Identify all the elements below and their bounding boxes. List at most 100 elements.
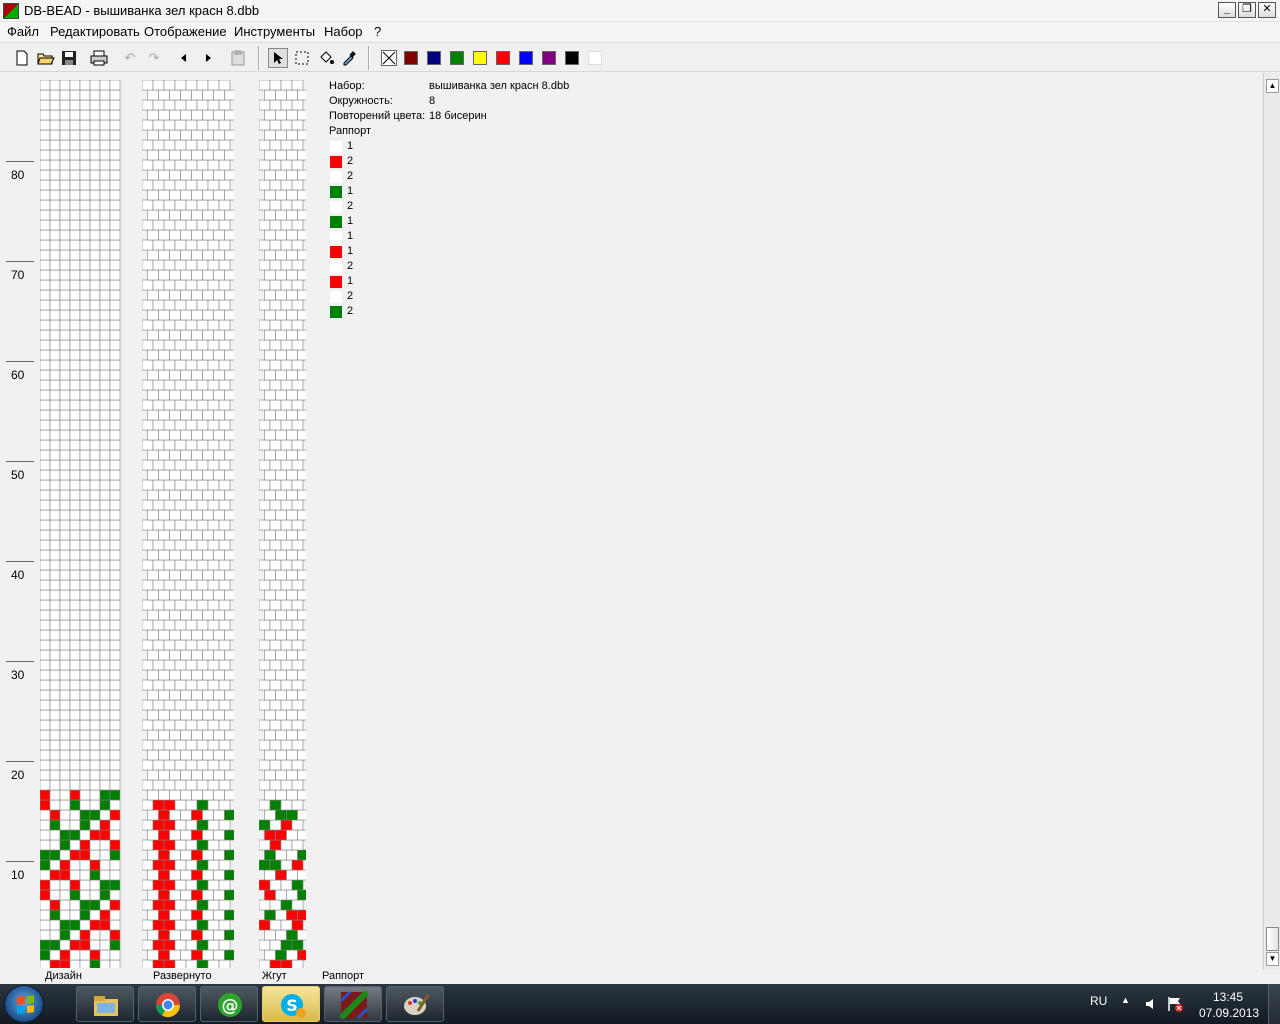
bead-cell[interactable]: [109, 939, 121, 951]
bead-cell[interactable]: [224, 269, 235, 281]
bead-cell[interactable]: [280, 639, 293, 651]
bead-cell[interactable]: [142, 279, 154, 291]
bead-cell[interactable]: [259, 259, 271, 271]
bead-cell[interactable]: [202, 149, 214, 161]
bead-cell[interactable]: [142, 659, 154, 671]
bead-cell[interactable]: [99, 89, 111, 101]
bead-cell[interactable]: [59, 259, 71, 271]
bead-cell[interactable]: [142, 479, 154, 491]
bead-cell[interactable]: [264, 369, 276, 381]
bead-cell[interactable]: [49, 229, 61, 241]
bead-cell[interactable]: [147, 89, 159, 101]
bead-cell[interactable]: [40, 80, 51, 91]
bead-cell[interactable]: [40, 479, 51, 491]
bead-cell[interactable]: [158, 349, 170, 361]
bead-cell[interactable]: [264, 349, 276, 361]
bead-cell[interactable]: [196, 939, 209, 951]
bead-cell[interactable]: [224, 749, 235, 761]
bead-cell[interactable]: [275, 669, 287, 681]
bead-cell[interactable]: [207, 819, 220, 831]
bead-cell[interactable]: [259, 219, 271, 231]
bead-cell[interactable]: [169, 509, 181, 521]
bead-cell[interactable]: [169, 89, 181, 101]
bead-cell[interactable]: [69, 179, 81, 191]
bead-cell[interactable]: [49, 169, 61, 181]
bead-cell[interactable]: [158, 589, 170, 601]
bead-cell[interactable]: [99, 759, 111, 771]
bead-cell[interactable]: [163, 539, 176, 551]
bead-cell[interactable]: [152, 479, 165, 491]
bead-cell[interactable]: [89, 669, 101, 681]
bead-cell[interactable]: [286, 309, 298, 321]
bead-cell[interactable]: [142, 219, 154, 231]
bead-cell[interactable]: [259, 459, 271, 471]
bead-cell[interactable]: [99, 699, 111, 711]
bead-cell[interactable]: [280, 479, 293, 491]
bead-cell[interactable]: [169, 809, 181, 821]
bead-cell[interactable]: [286, 269, 298, 281]
bead-cell[interactable]: [49, 519, 61, 531]
bead-cell[interactable]: [163, 339, 176, 351]
bead-cell[interactable]: [40, 409, 51, 421]
bead-cell[interactable]: [174, 619, 187, 631]
bead-cell[interactable]: [69, 99, 81, 111]
bead-cell[interactable]: [49, 139, 61, 151]
bead-cell[interactable]: [269, 119, 282, 131]
bead-cell[interactable]: [142, 859, 154, 871]
bead-cell[interactable]: [297, 809, 307, 821]
bead-cell[interactable]: [49, 709, 61, 721]
bead-cell[interactable]: [180, 689, 192, 701]
bead-cell[interactable]: [158, 549, 170, 561]
bead-cell[interactable]: [89, 729, 101, 741]
bead-cell[interactable]: [280, 319, 293, 331]
bead-cell[interactable]: [196, 319, 209, 331]
bead-cell[interactable]: [152, 559, 165, 571]
bead-cell[interactable]: [89, 99, 101, 111]
bead-cell[interactable]: [79, 319, 91, 331]
bead-cell[interactable]: [207, 639, 220, 651]
bead-cell[interactable]: [174, 299, 187, 311]
palette-swatch-yellow[interactable]: [473, 51, 487, 65]
bead-cell[interactable]: [79, 929, 91, 941]
bead-cell[interactable]: [196, 639, 209, 651]
bead-cell[interactable]: [147, 529, 159, 541]
bead-cell[interactable]: [180, 229, 192, 241]
bead-cell[interactable]: [174, 719, 187, 731]
bead-cell[interactable]: [89, 149, 101, 161]
bead-cell[interactable]: [202, 769, 214, 781]
bead-cell[interactable]: [169, 269, 181, 281]
bead-cell[interactable]: [158, 649, 170, 661]
bead-cell[interactable]: [40, 279, 51, 291]
bead-cell[interactable]: [264, 949, 276, 961]
bead-cell[interactable]: [185, 719, 198, 731]
bead-cell[interactable]: [275, 309, 287, 321]
bead-cell[interactable]: [291, 299, 304, 311]
bead-cell[interactable]: [196, 959, 209, 968]
bead-cell[interactable]: [109, 719, 121, 731]
bead-cell[interactable]: [191, 469, 203, 481]
bead-cell[interactable]: [69, 919, 81, 931]
bead-cell[interactable]: [89, 849, 101, 861]
bead-cell[interactable]: [152, 319, 165, 331]
bead-cell[interactable]: [49, 459, 61, 471]
bead-cell[interactable]: [264, 589, 276, 601]
bead-cell[interactable]: [79, 699, 91, 711]
bead-cell[interactable]: [79, 689, 91, 701]
bead-cell[interactable]: [224, 529, 235, 541]
bead-cell[interactable]: [196, 679, 209, 691]
palette-swatch-blue[interactable]: [519, 51, 533, 65]
bead-cell[interactable]: [109, 319, 121, 331]
bead-cell[interactable]: [259, 399, 271, 411]
bead-cell[interactable]: [213, 149, 225, 161]
eyedropper-icon[interactable]: [339, 48, 359, 68]
bead-cell[interactable]: [69, 849, 81, 861]
bead-cell[interactable]: [109, 229, 121, 241]
bead-cell[interactable]: [297, 209, 307, 221]
bead-cell[interactable]: [185, 839, 198, 851]
bead-cell[interactable]: [79, 80, 91, 91]
bead-cell[interactable]: [269, 719, 282, 731]
bead-cell[interactable]: [213, 169, 225, 181]
bead-cell[interactable]: [280, 539, 293, 551]
bead-cell[interactable]: [207, 199, 220, 211]
bead-cell[interactable]: [185, 379, 198, 391]
